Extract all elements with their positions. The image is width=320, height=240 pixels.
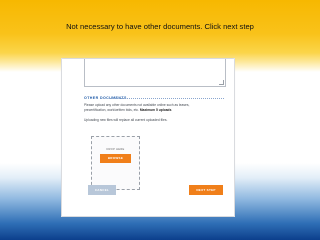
next-step-button[interactable]: NEXT STEP [189, 185, 223, 195]
comments-textarea[interactable] [84, 59, 226, 87]
upload-page-screenshot: OTHER DOCUMENTS Please upload any other … [61, 58, 235, 217]
replace-warning-text: Uploading new files will replace all cur… [84, 118, 168, 122]
form-card: OTHER DOCUMENTS Please upload any other … [62, 59, 234, 216]
browse-button[interactable]: BROWSE [100, 154, 131, 163]
section-divider [109, 98, 224, 99]
drop-here-label: DROP HERE [106, 148, 125, 151]
description-emphasis: Maximum 5 uploads [139, 107, 172, 112]
resize-handle-icon[interactable] [219, 80, 224, 85]
section-description: Please upload any other documents not av… [84, 103, 212, 112]
cancel-button[interactable]: CANCEL [88, 185, 116, 195]
slide-caption: Not necessary to have other documents. C… [66, 22, 254, 31]
description-text: Please upload any other documents not av… [84, 103, 190, 112]
file-dropzone[interactable]: DROP HERE BROWSE [91, 136, 140, 190]
